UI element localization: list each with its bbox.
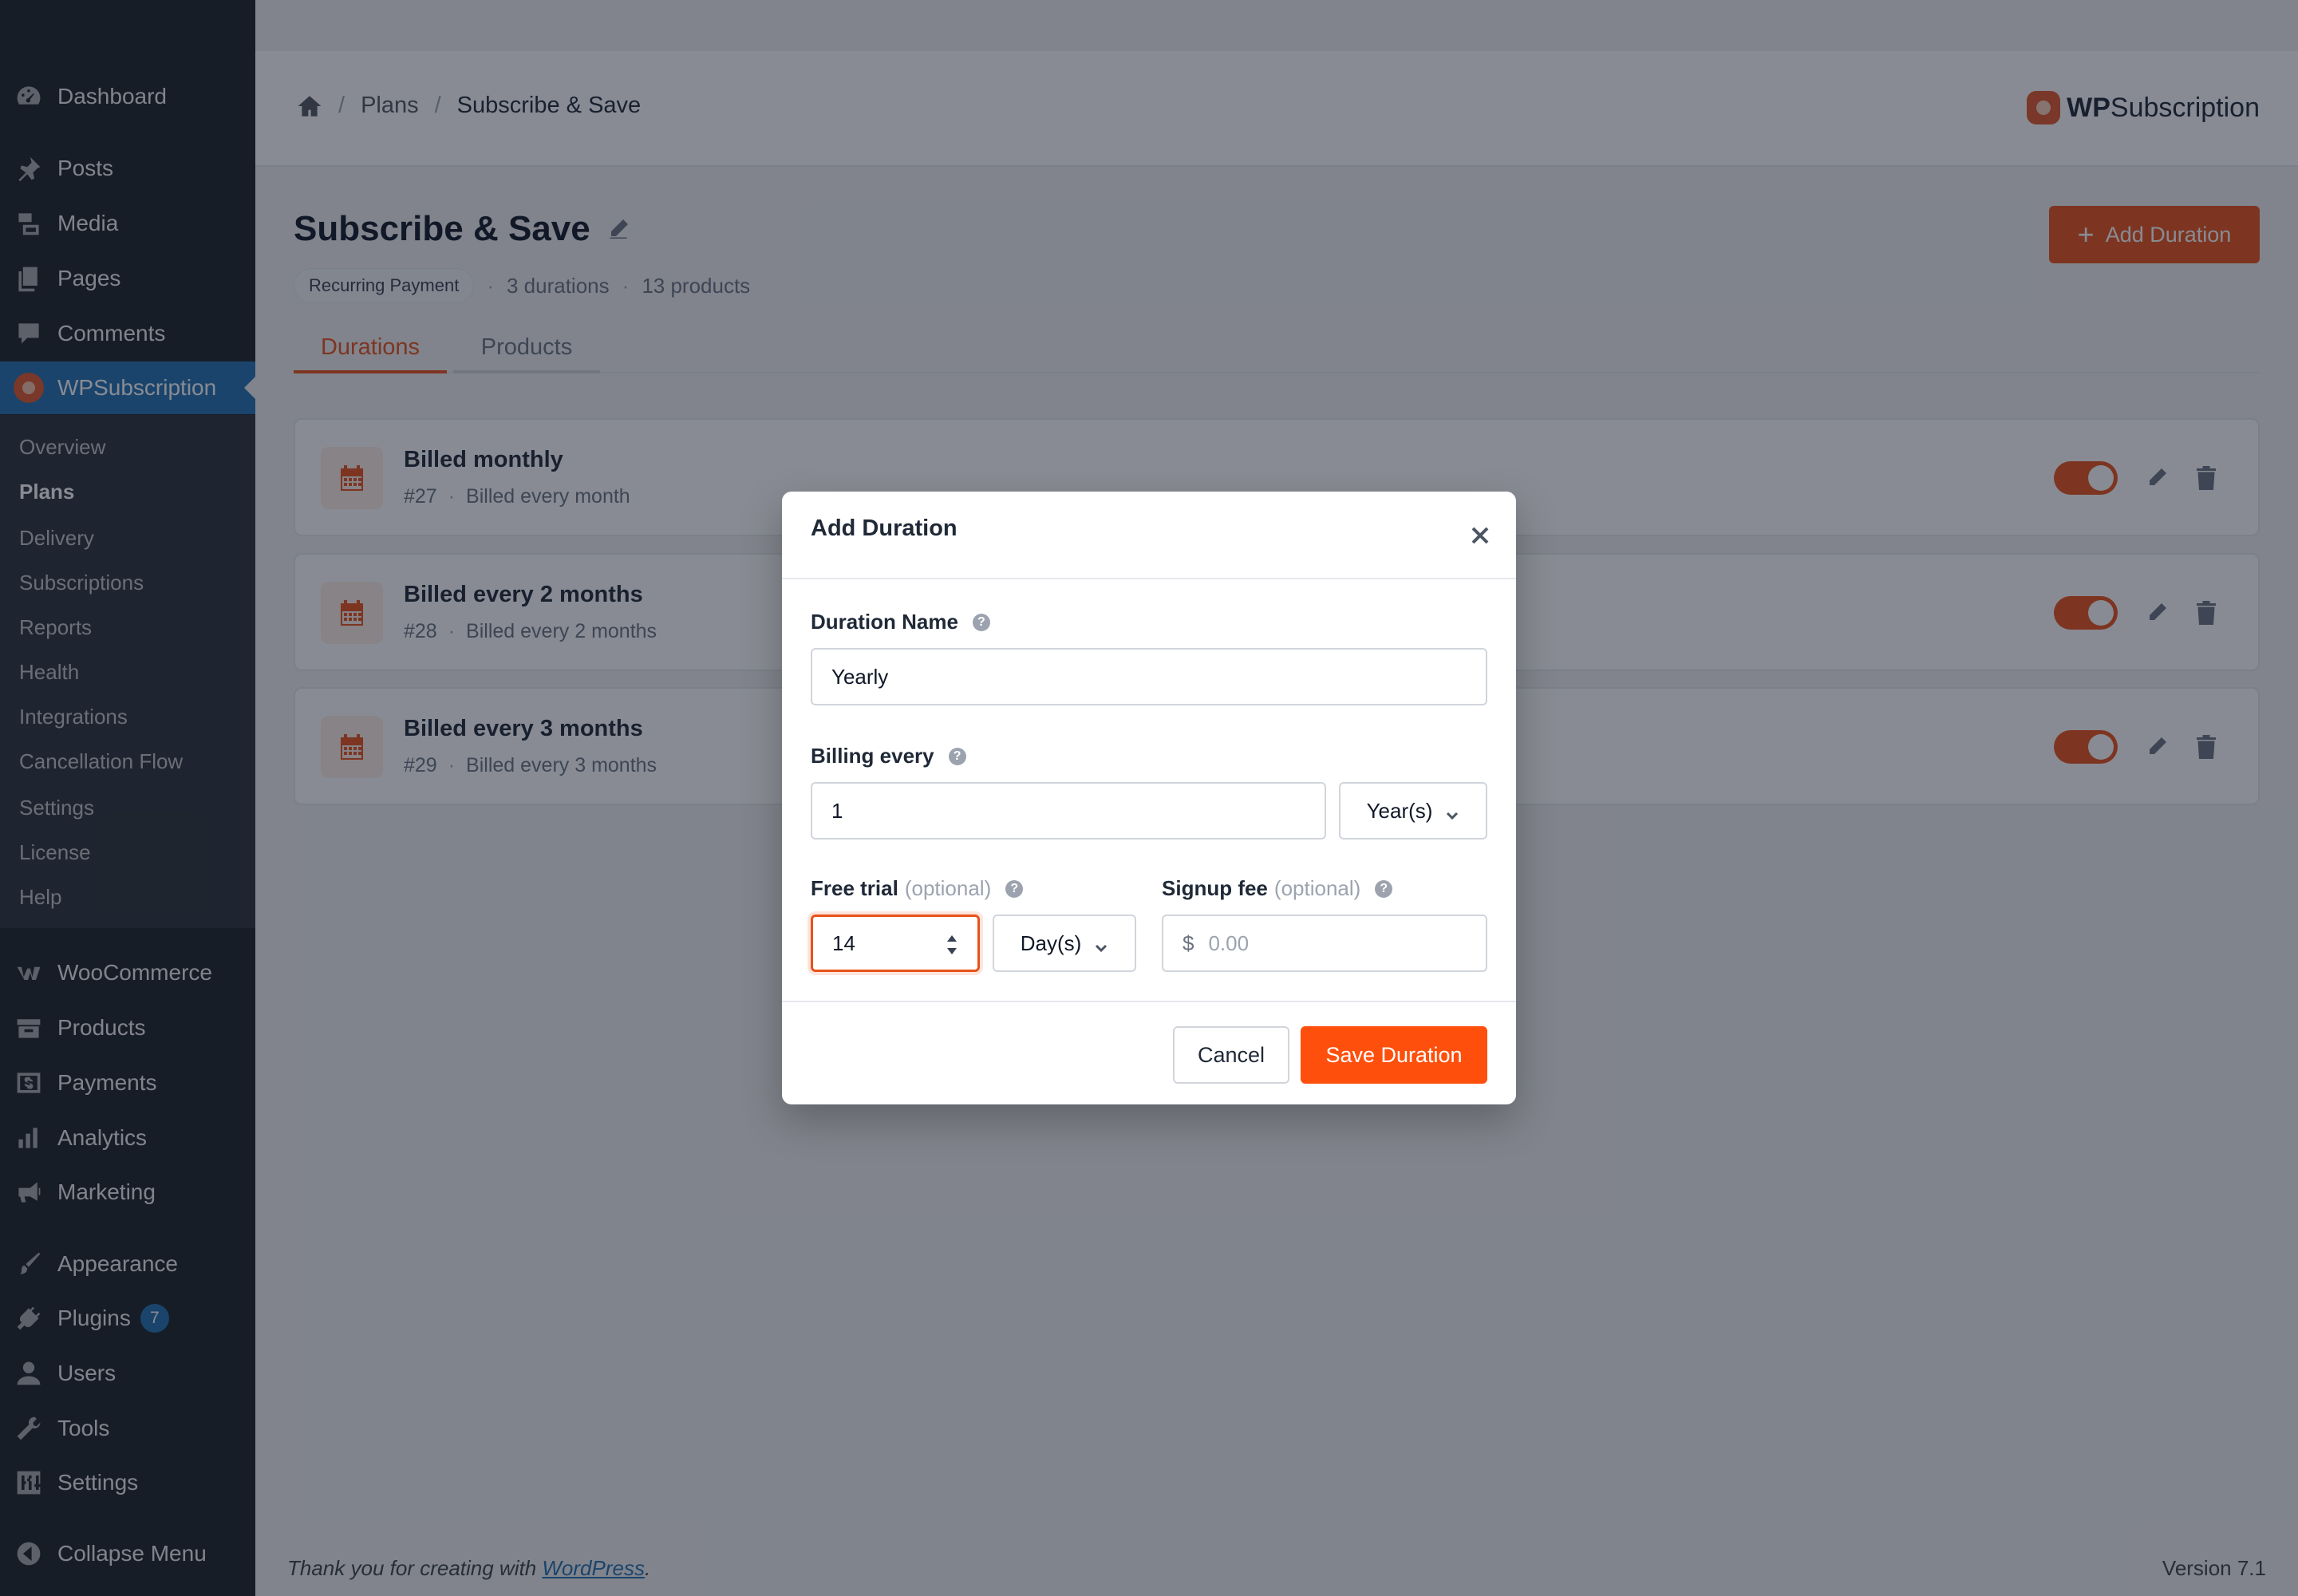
save-duration-button[interactable]: Save Duration	[1301, 1026, 1487, 1084]
modal-footer: Cancel Save Duration	[782, 1001, 1516, 1104]
optional-hint: (optional)	[1273, 876, 1361, 900]
free-trial-input[interactable]: 14	[811, 915, 980, 972]
duration-name-label: Duration Name ?	[811, 610, 990, 634]
optional-hint: (optional)	[904, 876, 992, 900]
stepper-arrows-icon[interactable]	[944, 933, 960, 957]
duration-name-label-text: Duration Name	[811, 610, 958, 634]
free-trial-value: 14	[832, 930, 855, 955]
free-trial-label: Free trial (optional) ?	[811, 876, 1024, 901]
help-icon[interactable]: ?	[948, 747, 966, 765]
chevron-down-icon	[1094, 936, 1108, 953]
billing-unit-select[interactable]: Year(s)	[1339, 782, 1487, 839]
help-icon[interactable]: ?	[1375, 879, 1393, 898]
free-trial-unit-value: Day(s)	[1020, 930, 1082, 955]
signup-fee-placeholder: 0.00	[1208, 930, 1250, 955]
modal-header: Add Duration	[782, 492, 1516, 579]
duration-name-value: Yearly	[831, 664, 889, 689]
signup-fee-label: Signup fee (optional) ?	[1162, 876, 1393, 901]
signup-fee-input[interactable]: $ 0.00	[1162, 915, 1487, 972]
billing-unit-value: Year(s)	[1366, 798, 1433, 823]
help-icon[interactable]: ?	[1005, 879, 1024, 898]
cancel-button[interactable]: Cancel	[1173, 1026, 1289, 1084]
currency-symbol: $	[1183, 930, 1194, 955]
billing-every-value: 1	[831, 798, 843, 823]
add-duration-modal: Add Duration Duration Name ? Yearly Bill…	[782, 492, 1516, 1104]
modal-title: Add Duration	[811, 516, 958, 541]
help-icon[interactable]: ?	[972, 613, 990, 631]
billing-every-label-text: Billing every	[811, 744, 934, 768]
free-trial-label-text: Free trial	[811, 876, 898, 900]
signup-fee-label-text: Signup fee	[1162, 876, 1268, 900]
free-trial-unit-select[interactable]: Day(s)	[993, 915, 1136, 972]
chevron-down-icon	[1445, 804, 1459, 820]
duration-name-input[interactable]: Yearly	[811, 648, 1487, 705]
close-icon[interactable]	[1468, 523, 1492, 547]
billing-every-label: Billing every ?	[811, 744, 966, 768]
billing-every-input[interactable]: 1	[811, 782, 1326, 839]
